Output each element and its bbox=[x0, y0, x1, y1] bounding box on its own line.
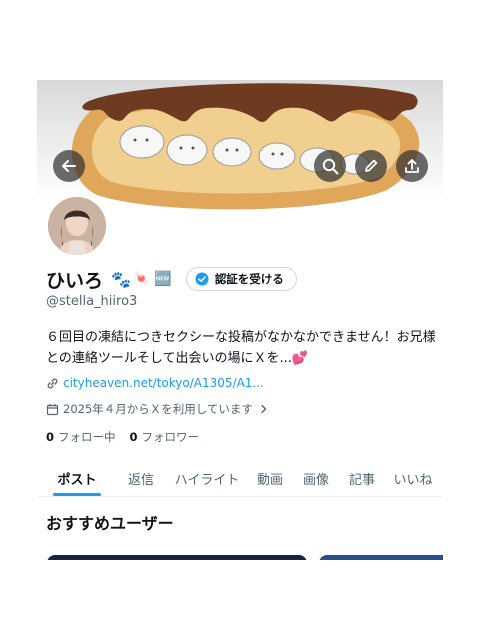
profile-screen: ひいろ 🐾 🍬 🆕 認証を受ける @stella_hiiro3 ６回目の凍結につ… bbox=[37, 80, 443, 560]
joined-date-row[interactable]: 2025年４月からＸを利用しています bbox=[46, 400, 269, 418]
avatar[interactable] bbox=[46, 195, 108, 257]
share-upload-icon bbox=[405, 159, 419, 173]
chevron-right-icon bbox=[261, 404, 267, 414]
profile-tabs: ポスト 返信 ハイライト 動画 画像 記事 いいね bbox=[37, 460, 443, 497]
tab-label: 画像 bbox=[302, 472, 329, 488]
tab-label: ハイライト bbox=[174, 472, 240, 488]
link-icon bbox=[47, 378, 58, 388]
active-tab-indicator bbox=[53, 493, 101, 496]
get-verified-label: 認証を受ける bbox=[214, 272, 284, 286]
avatar-photo bbox=[48, 197, 106, 255]
tab-articles[interactable]: 記事 bbox=[341, 460, 383, 496]
share-button[interactable] bbox=[396, 150, 428, 182]
followers-label: フォロワー bbox=[141, 430, 200, 444]
banner-eclair-illustration bbox=[71, 83, 420, 210]
follow-stats: 0 フォロー中 0 フォロワー bbox=[46, 429, 199, 445]
paw-emoji: 🐾 bbox=[111, 269, 131, 289]
profile-bio: ６回目の凍結につきセクシーな投稿がなかなかできません！お兄様との連絡ツールそして… bbox=[46, 330, 436, 366]
recommended-users-heading: おすすめユーザー bbox=[46, 514, 174, 533]
recommended-user-card[interactable] bbox=[319, 555, 443, 560]
tab-images[interactable]: 画像 bbox=[291, 460, 341, 496]
tab-label: いいね bbox=[393, 472, 433, 488]
tab-label: 動画 bbox=[256, 472, 283, 488]
search-icon bbox=[322, 158, 338, 174]
edit-pencil-icon bbox=[365, 159, 378, 172]
tab-label: ポスト bbox=[57, 472, 97, 488]
profile-link[interactable]: cityheaven.net/tokyo/A1305/A1... bbox=[46, 374, 264, 392]
tab-label: 返信 bbox=[127, 472, 154, 488]
followers-count: 0 bbox=[129, 430, 138, 444]
profile-name: ひいろ bbox=[46, 269, 104, 292]
verified-check-icon bbox=[195, 272, 209, 286]
edit-button[interactable] bbox=[355, 150, 387, 182]
profile-link-text[interactable]: cityheaven.net/tokyo/A1305/A1... bbox=[63, 376, 264, 390]
tab-posts[interactable]: ポスト bbox=[37, 460, 117, 496]
get-verified-button[interactable]: 認証を受ける bbox=[185, 267, 297, 291]
tab-videos[interactable]: 動画 bbox=[249, 460, 291, 496]
profile-banner[interactable] bbox=[37, 80, 443, 222]
tab-highlights[interactable]: ハイライト bbox=[165, 460, 249, 496]
following-label: フォロー中 bbox=[58, 430, 116, 444]
tab-label: 記事 bbox=[348, 472, 375, 488]
new-badge-emoji: 🆕 bbox=[154, 271, 172, 287]
back-arrow-icon bbox=[62, 160, 76, 172]
search-button[interactable] bbox=[314, 150, 346, 182]
tab-replies[interactable]: 返信 bbox=[117, 460, 165, 496]
followers-link[interactable]: 0 フォロワー bbox=[130, 429, 200, 445]
back-button[interactable] bbox=[53, 150, 85, 182]
profile-name-row: ひいろ 🐾 🍬 🆕 認証を受ける bbox=[46, 266, 297, 292]
following-link[interactable]: 0 フォロー中 bbox=[46, 429, 116, 445]
following-count: 0 bbox=[46, 430, 55, 444]
recommended-user-card[interactable] bbox=[47, 555, 307, 560]
calendar-icon bbox=[46, 403, 59, 415]
candy-emoji: 🍬 bbox=[132, 271, 151, 287]
tab-likes[interactable]: いいね bbox=[383, 460, 443, 496]
joined-date-text: 2025年４月からＸを利用しています bbox=[63, 402, 253, 416]
profile-handle: @stella_hiiro3 bbox=[46, 294, 138, 309]
